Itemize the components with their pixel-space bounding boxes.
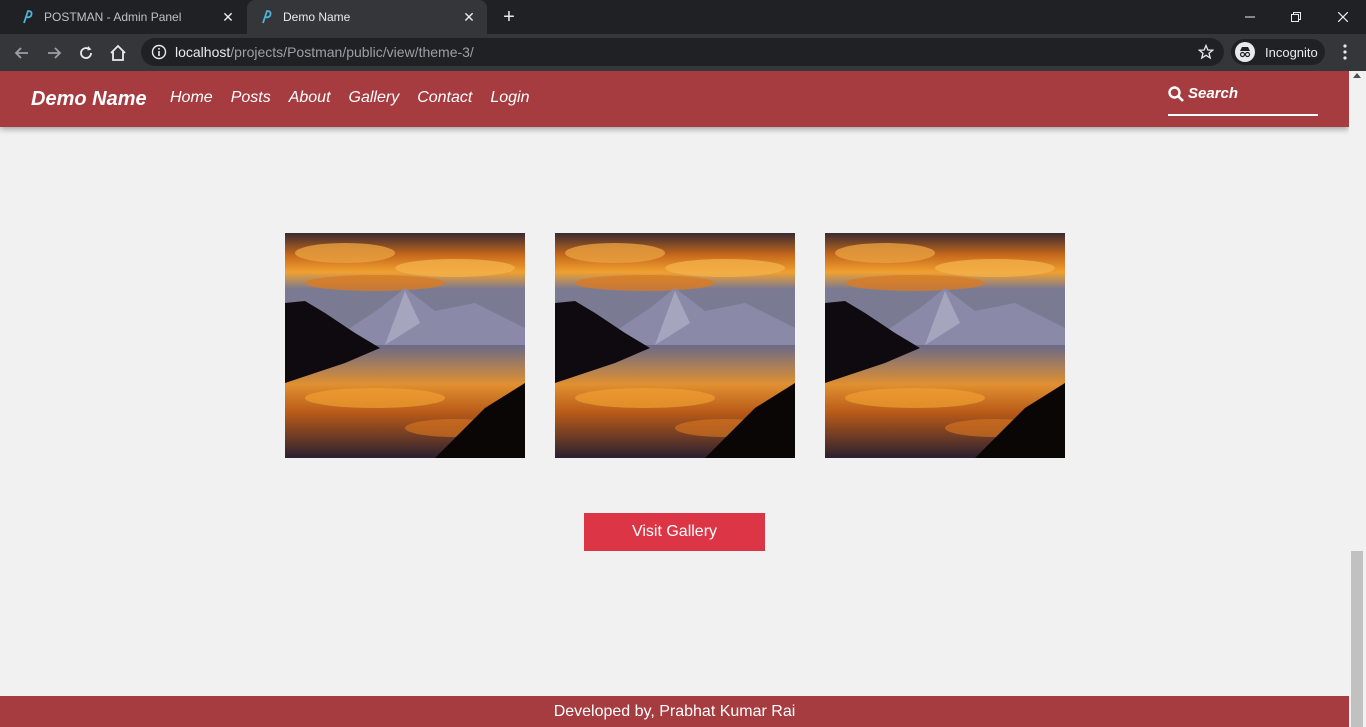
window-minimize-icon[interactable] [1227, 0, 1273, 34]
back-arrow-icon[interactable] [9, 40, 35, 66]
nav-login[interactable]: Login [490, 89, 529, 107]
address-bar[interactable]: localhost/projects/Postman/public/view/t… [141, 38, 1224, 66]
bookmark-star-icon[interactable] [1196, 42, 1216, 62]
scroll-up-arrow-icon[interactable] [1353, 73, 1361, 78]
nav-gallery[interactable]: Gallery [349, 89, 400, 107]
nav-posts[interactable]: Posts [231, 89, 271, 107]
search-icon [1168, 86, 1184, 102]
tab-postman-admin[interactable]: POSTMAN - Admin Panel ✕ [8, 0, 246, 34]
site-info-icon[interactable] [151, 44, 167, 60]
incognito-profile-button[interactable]: Incognito [1231, 39, 1325, 65]
incognito-label: Incognito [1265, 44, 1318, 60]
gallery-image-3[interactable] [825, 233, 1065, 458]
search-input[interactable]: Search [1168, 85, 1318, 116]
new-tab-plus-icon[interactable]: + [498, 6, 520, 28]
browser-menu-icon[interactable] [1335, 42, 1355, 62]
page-scrollbar[interactable] [1349, 71, 1366, 727]
tab-title: POSTMAN - Admin Panel [44, 10, 182, 24]
search-placeholder: Search [1188, 85, 1239, 102]
tab-close-icon[interactable]: ✕ [459, 7, 479, 27]
visit-gallery-button[interactable]: Visit Gallery [584, 513, 765, 551]
window-close-icon[interactable] [1320, 0, 1366, 34]
site-nav: Home Posts About Gallery Contact Login [170, 89, 548, 107]
footer-credit: Developed by, Prabhat Kumar Rai [553, 702, 796, 720]
gallery-image-1[interactable] [285, 233, 525, 458]
nav-home[interactable]: Home [170, 89, 213, 107]
nav-contact[interactable]: Contact [417, 89, 472, 107]
page-viewport: Demo Name Home Posts About Gallery Conta… [0, 71, 1366, 727]
window-restore-icon[interactable] [1273, 0, 1319, 34]
reload-icon[interactable] [73, 40, 99, 66]
site-brand[interactable]: Demo Name [31, 88, 147, 111]
tab-close-icon[interactable]: ✕ [218, 7, 238, 27]
site-navbar: Demo Name Home Posts About Gallery Conta… [0, 71, 1349, 127]
postman-favicon-icon [20, 9, 36, 25]
site-footer: Developed by, Prabhat Kumar Rai [0, 696, 1349, 727]
url-path: /projects/Postman/public/view/theme-3/ [230, 44, 474, 60]
postman-favicon-icon [259, 9, 275, 25]
incognito-icon [1235, 42, 1255, 62]
url-host: localhost [175, 44, 231, 60]
browser-tab-strip: POSTMAN - Admin Panel ✕ Demo Name ✕ + [0, 0, 1366, 34]
tab-title: Demo Name [283, 10, 351, 24]
home-icon[interactable] [105, 40, 131, 66]
tab-demo-name[interactable]: Demo Name ✕ [247, 0, 487, 34]
forward-arrow-icon[interactable] [41, 40, 67, 66]
gallery-image-2[interactable] [555, 233, 795, 458]
nav-about[interactable]: About [289, 89, 331, 107]
scroll-thumb[interactable] [1351, 551, 1363, 727]
